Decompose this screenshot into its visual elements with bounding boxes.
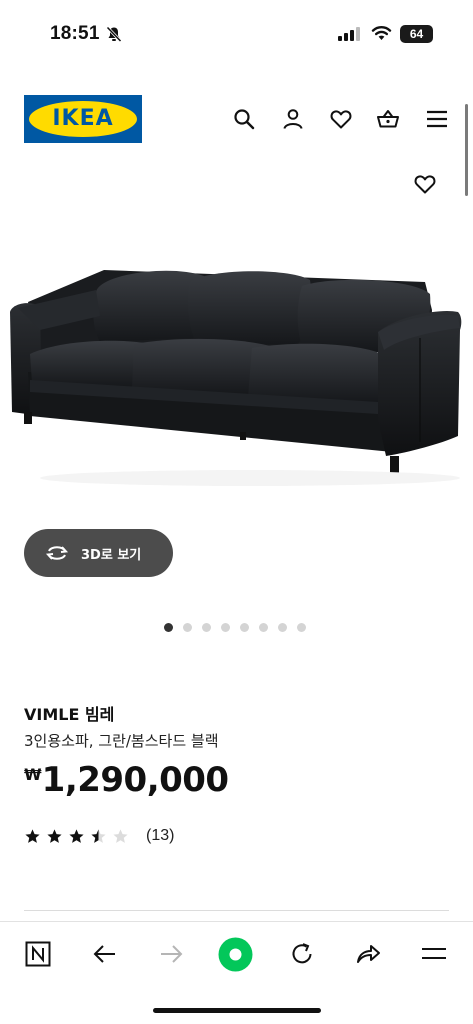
- carousel-dot[interactable]: [202, 623, 211, 632]
- wifi-icon: [371, 26, 392, 40]
- green-dot-icon[interactable]: [218, 937, 253, 972]
- price-currency: ₩: [24, 765, 42, 784]
- home-indicator[interactable]: [153, 1008, 321, 1013]
- battery-level: 64: [409, 27, 424, 41]
- status-bar: 18:51 64: [0, 0, 473, 70]
- basket-icon[interactable]: [376, 107, 400, 131]
- ikea-logo[interactable]: IKEA: [24, 95, 142, 143]
- browser-toolbar: [0, 921, 473, 986]
- star-full-icon: [47, 828, 62, 843]
- bell-muted-icon: [106, 26, 122, 43]
- product-favorite-heart-icon[interactable]: [413, 172, 437, 196]
- carousel-dot[interactable]: [164, 623, 173, 632]
- product-price: ₩1,290,000: [24, 760, 229, 800]
- heart-icon[interactable]: [329, 107, 353, 131]
- menu-icon[interactable]: [425, 107, 449, 131]
- rotate-3d-icon: [45, 546, 69, 560]
- review-count[interactable]: (13): [146, 827, 174, 845]
- back-arrow-icon[interactable]: [92, 941, 118, 967]
- product-description: 3인용소파, 그란/봄스타드 블랙: [24, 732, 219, 750]
- carousel-dot[interactable]: [259, 623, 268, 632]
- status-time: 18:51: [50, 23, 100, 44]
- star-half-icon: [91, 828, 106, 843]
- carousel-dot[interactable]: [221, 623, 230, 632]
- share-icon[interactable]: [355, 941, 381, 967]
- n-tab-icon[interactable]: [25, 941, 51, 967]
- view-3d-button[interactable]: 3D로 보기: [24, 529, 173, 577]
- search-icon[interactable]: [232, 107, 256, 131]
- carousel-dot[interactable]: [183, 623, 192, 632]
- sofa-product-image[interactable]: [0, 220, 473, 550]
- carousel-dot[interactable]: [240, 623, 249, 632]
- image-carousel-dots[interactable]: [164, 623, 306, 633]
- star-full-icon: [69, 828, 84, 843]
- menu-icon[interactable]: [421, 941, 447, 967]
- star-empty-icon: [113, 828, 128, 843]
- carousel-dot[interactable]: [278, 623, 287, 632]
- cellular-signal-icon: [338, 27, 360, 41]
- scroll-indicator[interactable]: [465, 104, 468, 196]
- reload-icon[interactable]: [289, 941, 315, 967]
- carousel-dot[interactable]: [297, 623, 306, 632]
- product-rating[interactable]: (13): [24, 827, 174, 845]
- product-name: VIMLE 빔레: [24, 705, 115, 724]
- view-3d-label: 3D로 보기: [81, 547, 142, 563]
- forward-arrow-icon[interactable]: [158, 941, 184, 967]
- star-full-icon: [25, 828, 40, 843]
- user-icon[interactable]: [281, 107, 305, 131]
- section-divider: [24, 910, 449, 911]
- logo-text: IKEA: [52, 106, 114, 131]
- price-value: 1,290,000: [41, 760, 229, 800]
- battery-icon: 64: [400, 25, 433, 43]
